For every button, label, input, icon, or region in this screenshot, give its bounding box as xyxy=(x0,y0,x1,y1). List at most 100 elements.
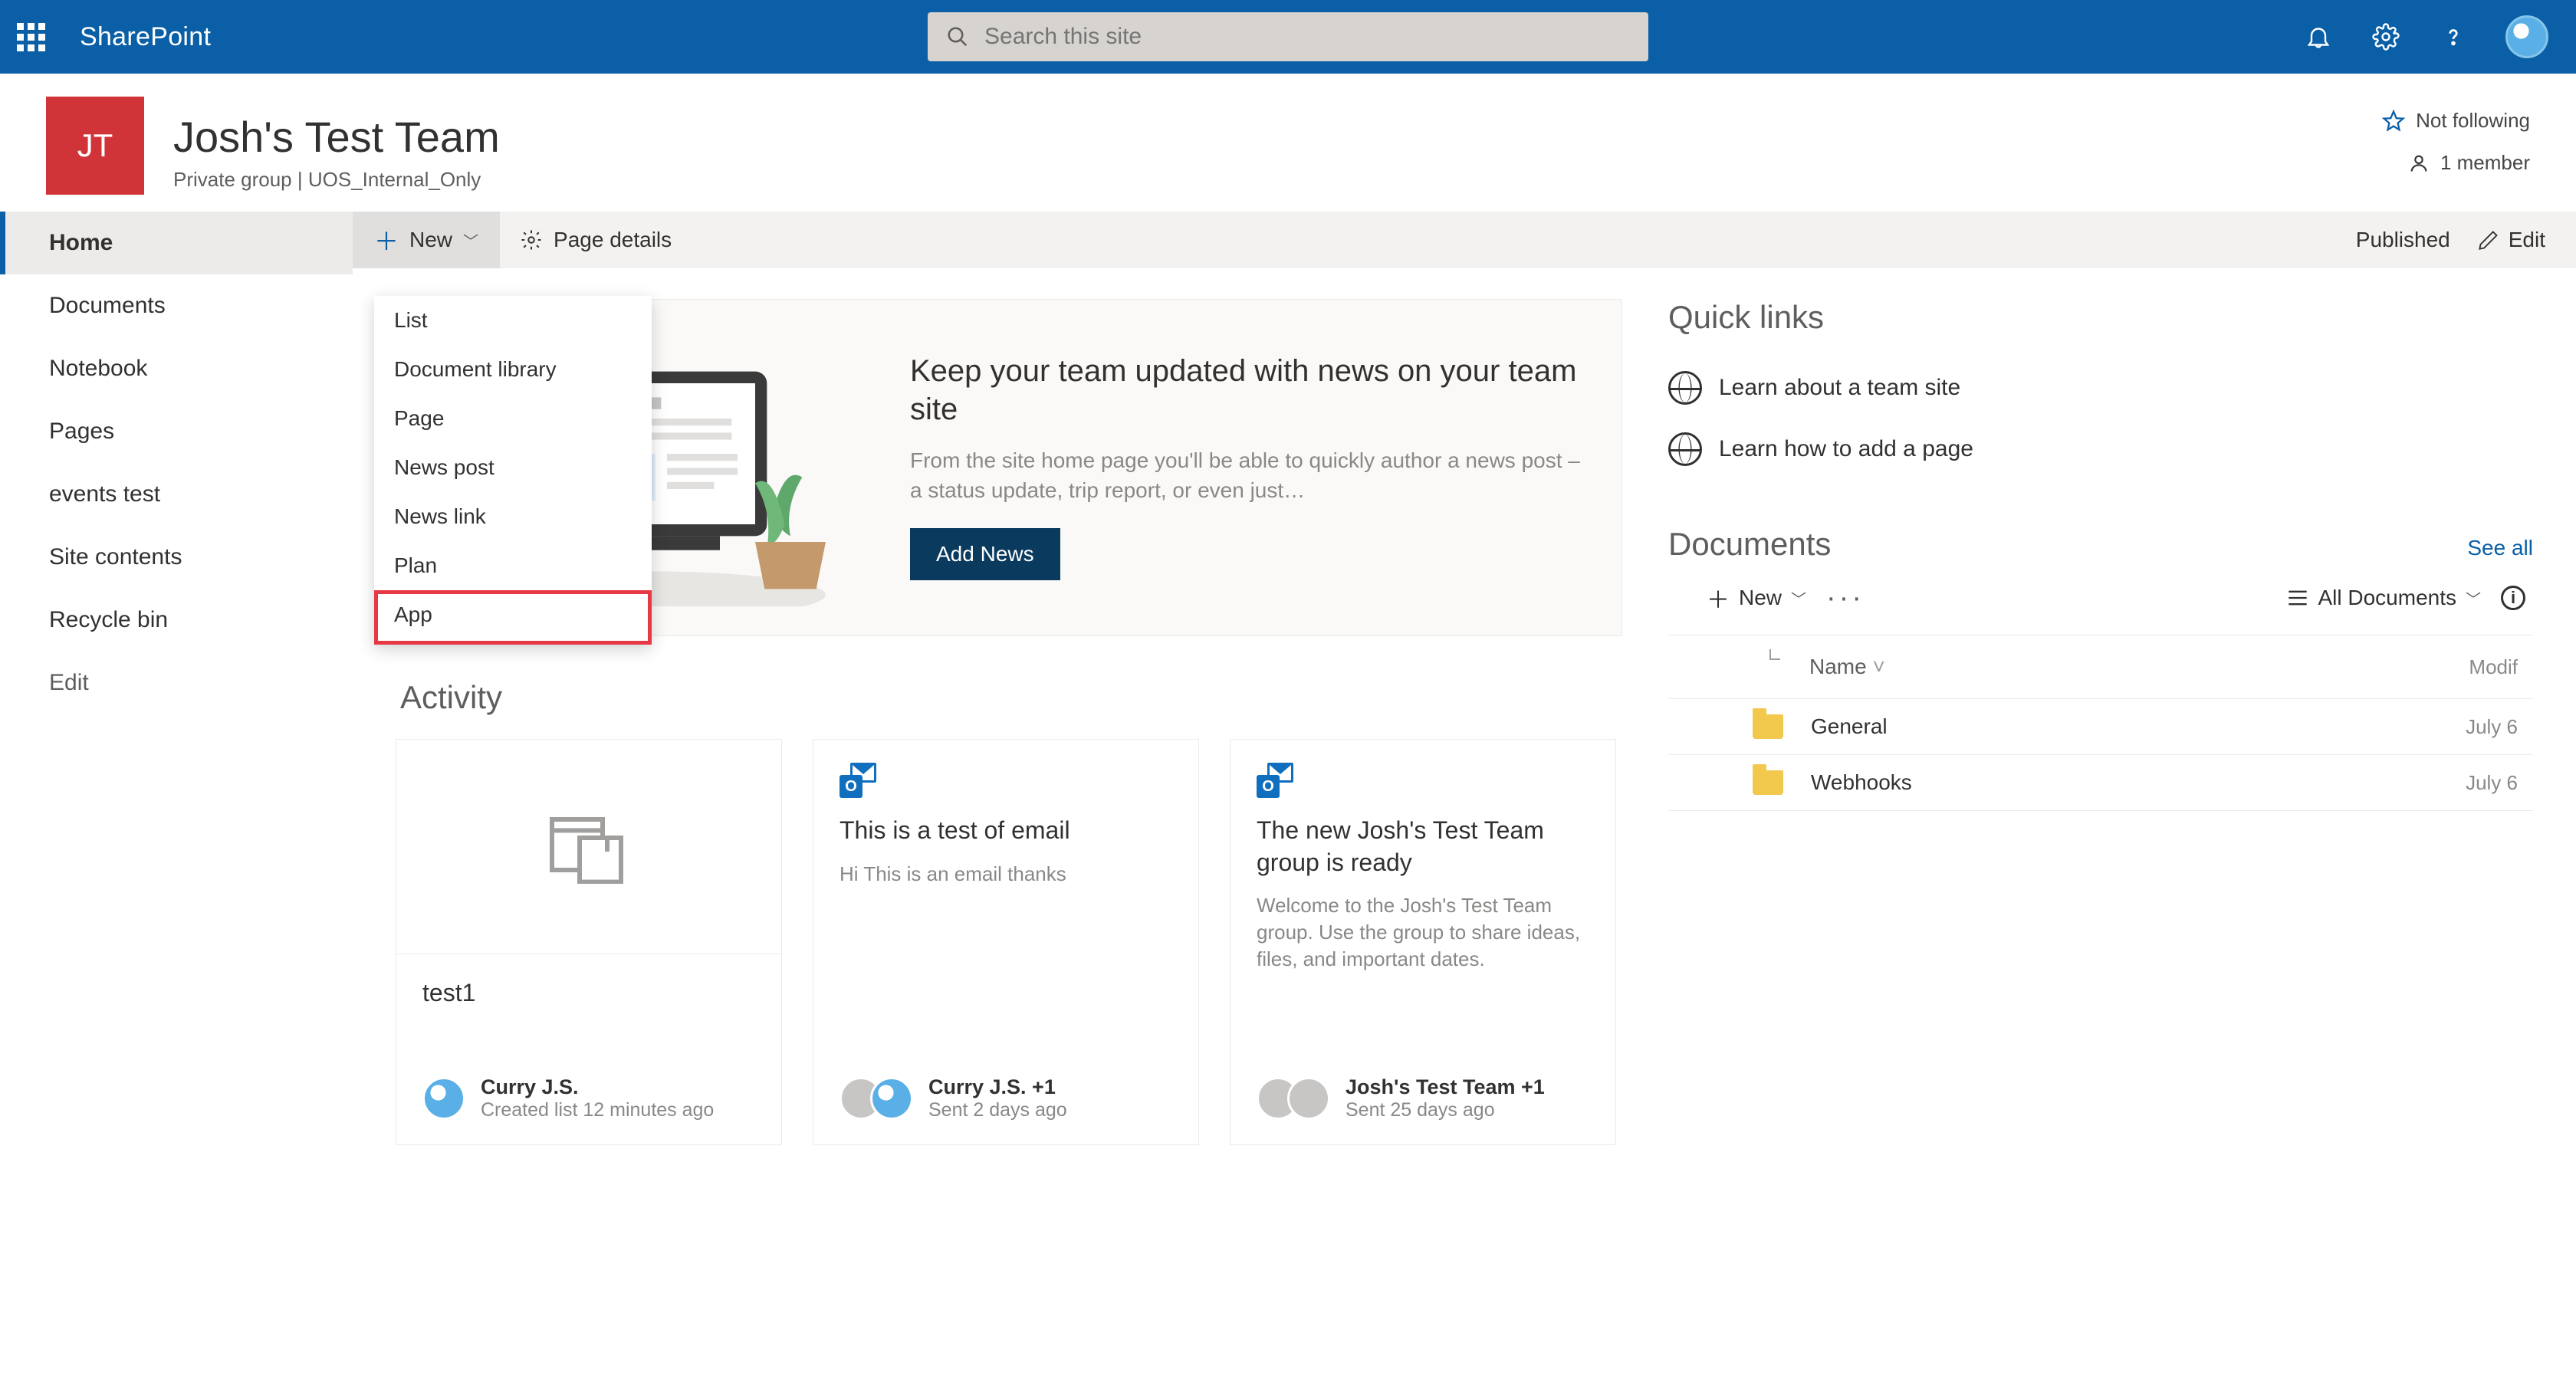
info-icon[interactable]: i xyxy=(2501,586,2525,610)
card-title: This is a test of email xyxy=(840,815,1172,847)
col-modified[interactable]: Modif xyxy=(2410,655,2518,679)
plus-icon: ＋ xyxy=(1707,581,1730,615)
sidebar-item-documents[interactable]: Documents xyxy=(0,274,353,337)
new-menu-list[interactable]: List xyxy=(374,296,652,345)
more-actions-icon[interactable]: ··· xyxy=(1826,582,1865,615)
notifications-icon[interactable] xyxy=(2303,21,2334,52)
col-name[interactable]: Name xyxy=(1809,655,2410,679)
star-icon xyxy=(2382,110,2405,133)
quick-link[interactable]: Learn about a team site xyxy=(1668,357,2533,419)
card-sub: Sent 2 days ago xyxy=(928,1099,1067,1121)
news-body: From the site home page you'll be able t… xyxy=(910,445,1583,505)
user-avatar[interactable] xyxy=(2505,15,2548,58)
chevron-down-icon: ﹀ xyxy=(2466,587,2481,609)
row-modified: July 6 xyxy=(2410,715,2518,739)
suite-bar: SharePoint xyxy=(0,0,2576,74)
row-name: General xyxy=(1811,714,2410,739)
sidebar-item-notebook[interactable]: Notebook xyxy=(0,337,353,400)
new-menu-news-link[interactable]: News link xyxy=(374,492,652,541)
view-selector[interactable]: All Documents ﹀ xyxy=(2287,586,2481,610)
search-box[interactable] xyxy=(928,12,1648,61)
sidebar-item-events-test[interactable]: events test xyxy=(0,463,353,526)
card-author: Josh's Test Team +1 xyxy=(1346,1075,1545,1099)
new-menu-news-post[interactable]: News post xyxy=(374,443,652,492)
activity-card[interactable]: O This is a test of email Hi This is an … xyxy=(813,739,1199,1145)
site-subtitle: Private group | UOS_Internal_Only xyxy=(173,168,500,192)
published-label: Published xyxy=(2356,228,2450,252)
site-actions: Not following 1 member xyxy=(2382,97,2530,175)
documents-header: Documents See all xyxy=(1668,526,2533,563)
site-title-wrap: Josh's Test Team Private group | UOS_Int… xyxy=(173,97,500,192)
docs-new-button[interactable]: ＋ New ﹀ xyxy=(1707,581,1806,615)
footer-avatars xyxy=(840,1077,913,1120)
sidebar-item-pages[interactable]: Pages xyxy=(0,400,353,463)
list-icon xyxy=(396,740,781,954)
quick-link-label: Learn how to add a page xyxy=(1719,436,1973,462)
chevron-down-icon: ﹀ xyxy=(463,229,478,251)
app-launcher-icon[interactable] xyxy=(14,20,48,54)
new-menu-plan[interactable]: Plan xyxy=(374,541,652,590)
site-logo[interactable]: JT xyxy=(46,97,144,195)
card-desc: Welcome to the Josh's Test Team group. U… xyxy=(1257,892,1589,973)
table-row[interactable]: Webhooks July 6 xyxy=(1668,755,2533,811)
sidebar-item-home[interactable]: Home xyxy=(0,212,353,274)
card-sub: Sent 25 days ago xyxy=(1346,1099,1545,1121)
new-dropdown: List Document library Page News post New… xyxy=(374,296,652,645)
page-details-label: Page details xyxy=(554,228,672,252)
brand-name[interactable]: SharePoint xyxy=(80,22,211,52)
page-details-button[interactable]: Page details xyxy=(520,228,672,252)
avatar xyxy=(422,1077,465,1120)
new-menu-page[interactable]: Page xyxy=(374,394,652,443)
table-row[interactable]: General July 6 xyxy=(1668,699,2533,755)
row-modified: July 6 xyxy=(2410,771,2518,795)
settings-icon[interactable] xyxy=(2371,21,2401,52)
sidebar: Home Documents Notebook Pages events tes… xyxy=(0,212,353,1381)
follow-toggle[interactable]: Not following xyxy=(2382,109,2530,133)
outlook-icon: O xyxy=(840,763,876,799)
new-label: New xyxy=(409,228,452,252)
quick-link[interactable]: Learn how to add a page xyxy=(1668,419,2533,480)
chevron-down-icon: ﹀ xyxy=(1791,587,1806,609)
person-icon xyxy=(2408,153,2430,174)
cmd-right: Published Edit xyxy=(2356,228,2545,252)
new-menu-app[interactable]: App xyxy=(374,590,652,645)
globe-icon xyxy=(1668,371,1702,405)
sidebar-item-site-contents[interactable]: Site contents xyxy=(0,526,353,589)
content: ＋ New ﹀ Page details Published Edit xyxy=(353,212,2576,1381)
command-bar: ＋ New ﹀ Page details Published Edit xyxy=(353,212,2576,268)
quick-link-label: Learn about a team site xyxy=(1719,375,1960,401)
main-body: Keep your team updated with news on your… xyxy=(353,268,2576,1381)
edit-button[interactable]: Edit xyxy=(2478,228,2545,252)
globe-icon xyxy=(1668,432,1702,466)
activity-card[interactable]: O The new Josh's Test Team group is read… xyxy=(1230,739,1616,1145)
news-heading: Keep your team updated with news on your… xyxy=(910,352,1583,428)
members-button[interactable]: 1 member xyxy=(2408,151,2530,175)
add-news-button[interactable]: Add News xyxy=(910,528,1060,580)
activity-card[interactable]: test1 Curry J.S. Created list 12 minutes… xyxy=(396,739,782,1145)
card-author: Curry J.S. +1 xyxy=(928,1075,1067,1099)
new-menu-document-library[interactable]: Document library xyxy=(374,345,652,394)
list-view-icon xyxy=(2287,589,2308,606)
footer-avatars xyxy=(422,1077,465,1120)
see-all-link[interactable]: See all xyxy=(2467,536,2533,560)
avatar xyxy=(1287,1077,1330,1120)
pencil-icon xyxy=(2478,229,2499,251)
new-button[interactable]: ＋ New ﹀ xyxy=(353,212,500,268)
footer-avatars xyxy=(1257,1077,1330,1120)
folder-icon xyxy=(1753,770,1783,795)
gear-icon xyxy=(520,228,543,251)
outlook-icon: O xyxy=(1257,763,1293,799)
suite-right xyxy=(2303,15,2548,58)
sidebar-item-recycle-bin[interactable]: Recycle bin xyxy=(0,589,353,652)
site-title[interactable]: Josh's Test Team xyxy=(173,112,500,162)
members-label: 1 member xyxy=(2440,151,2530,175)
quicklinks-title: Quick links xyxy=(1668,299,2533,336)
card-title: test1 xyxy=(422,977,755,1010)
avatar xyxy=(870,1077,913,1120)
table-header: Name Modif xyxy=(1668,635,2533,699)
follow-label: Not following xyxy=(2416,109,2530,133)
help-icon[interactable] xyxy=(2438,21,2469,52)
card-sub: Created list 12 minutes ago xyxy=(481,1099,714,1121)
sidebar-item-edit[interactable]: Edit xyxy=(0,652,353,714)
search-input[interactable] xyxy=(984,24,1630,50)
